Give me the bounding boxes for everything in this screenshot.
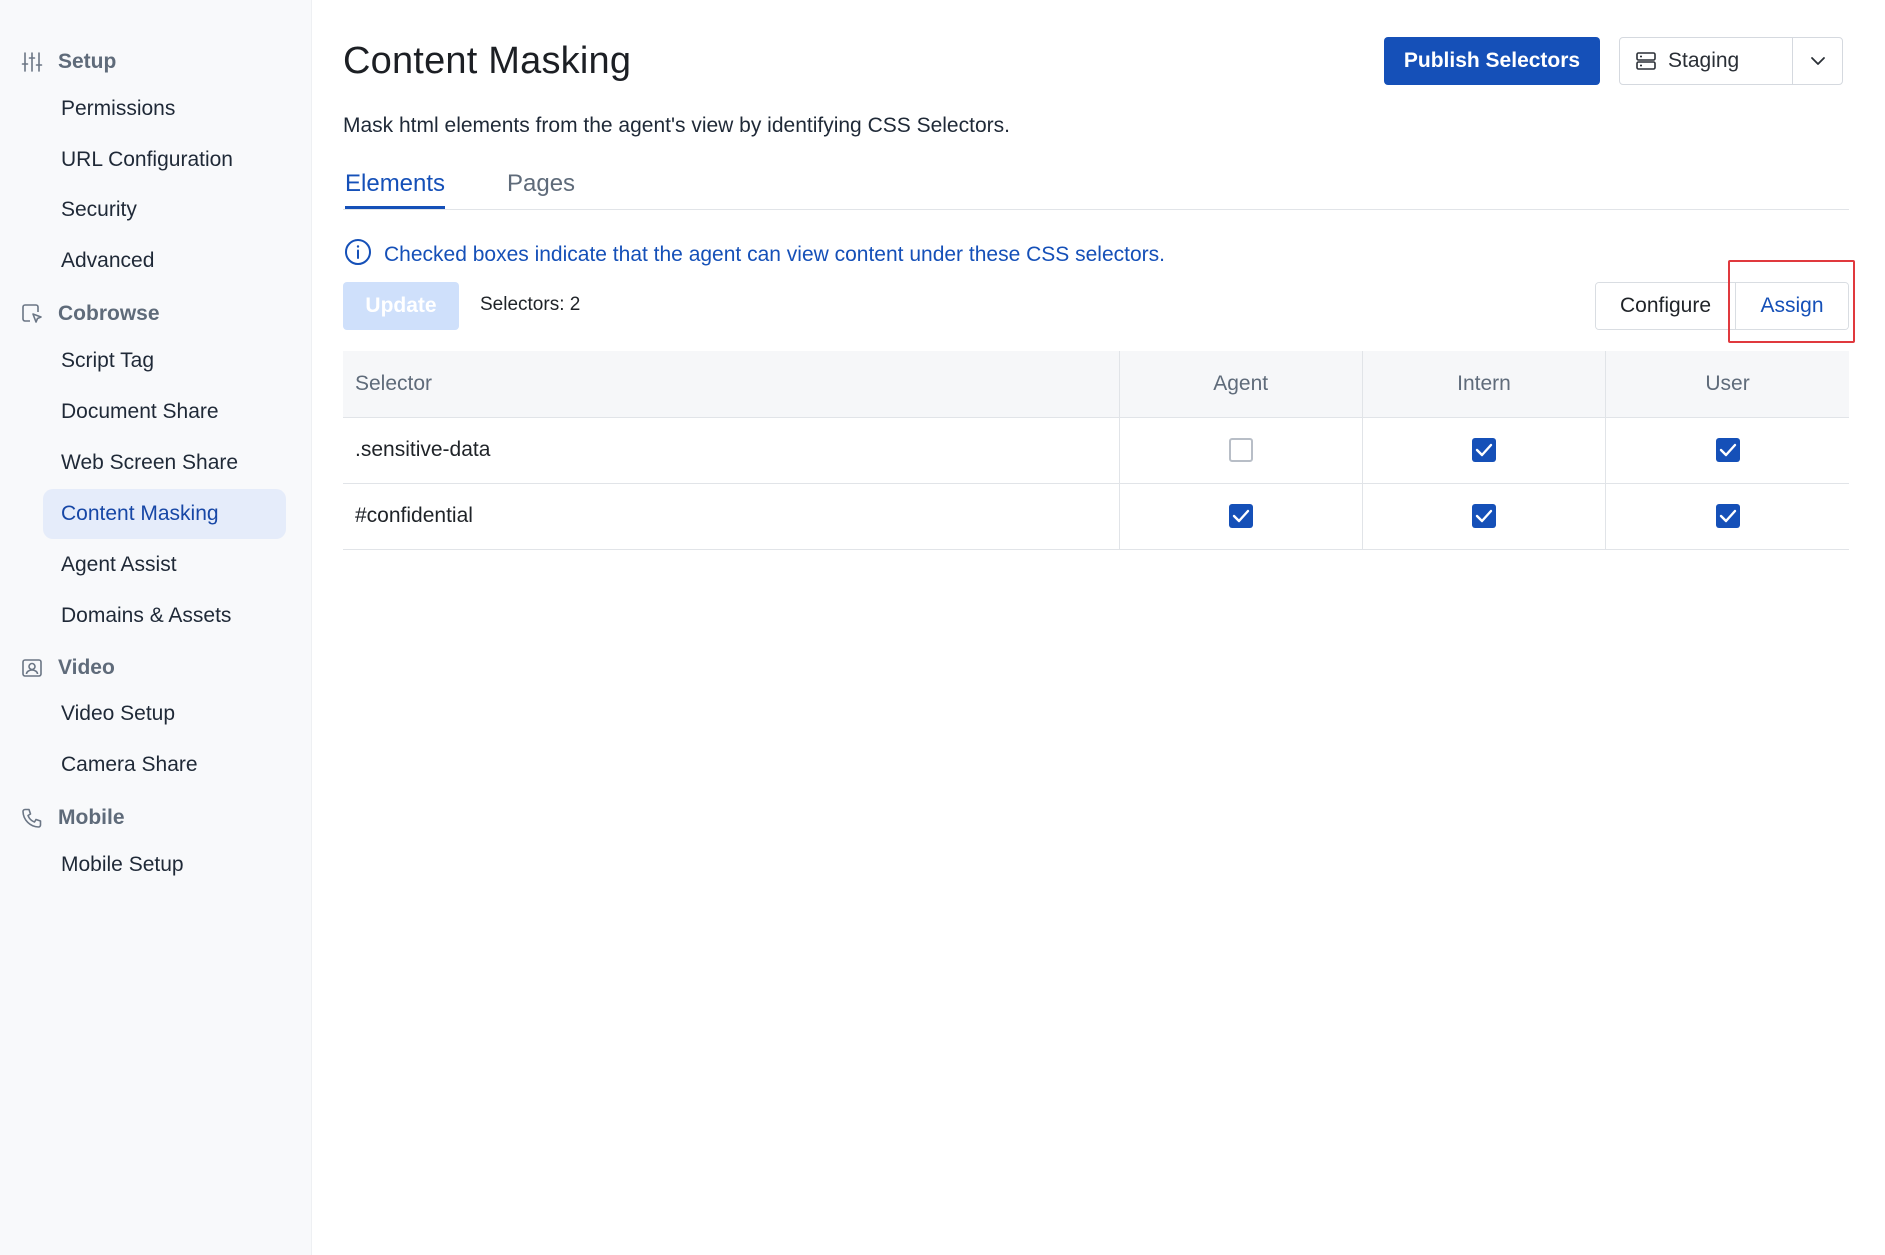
sidebar-item-label: Document Share bbox=[61, 400, 219, 423]
sidebar-section-label: Cobrowse bbox=[58, 302, 160, 325]
configure-button[interactable]: Configure bbox=[1596, 283, 1736, 329]
sidebar: Setup Permissions URL Configuration Secu… bbox=[0, 0, 312, 1255]
sidebar-item-mobile-setup[interactable]: Mobile Setup bbox=[43, 840, 286, 890]
page-description: Mask html elements from the agent's view… bbox=[343, 114, 1010, 137]
sidebar-item-domains-assets[interactable]: Domains & Assets bbox=[43, 591, 286, 641]
sidebar-item-label: Camera Share bbox=[61, 753, 198, 776]
column-header-agent: Agent bbox=[1118, 351, 1363, 418]
sidebar-item-label: Script Tag bbox=[61, 349, 154, 372]
tab-pages[interactable]: Pages bbox=[507, 170, 575, 206]
sidebar-item-label: Agent Assist bbox=[61, 553, 177, 576]
column-header-intern: Intern bbox=[1361, 351, 1606, 418]
sidebar-section-label: Mobile bbox=[58, 806, 125, 829]
agent-checkbox[interactable] bbox=[1228, 438, 1253, 463]
sidebar-item-label: URL Configuration bbox=[61, 148, 233, 171]
sidebar-section-cobrowse[interactable]: Cobrowse bbox=[20, 294, 160, 334]
sidebar-item-camera-share[interactable]: Camera Share bbox=[43, 740, 286, 790]
agent-cell bbox=[1118, 417, 1363, 484]
agent-cell bbox=[1118, 483, 1363, 550]
video-icon bbox=[20, 656, 44, 680]
sidebar-item-label: Security bbox=[61, 198, 137, 221]
sidebar-item-label: Advanced bbox=[61, 249, 155, 272]
chevron-down-icon[interactable] bbox=[1792, 38, 1842, 84]
assign-button[interactable]: Assign bbox=[1736, 283, 1848, 329]
column-header-user: User bbox=[1605, 351, 1849, 418]
phone-icon bbox=[20, 806, 44, 830]
sidebar-item-video-setup[interactable]: Video Setup bbox=[43, 689, 286, 739]
sidebar-section-setup[interactable]: Setup bbox=[20, 42, 116, 82]
environment-value: Staging bbox=[1668, 49, 1740, 72]
sidebar-item-url-configuration[interactable]: URL Configuration bbox=[43, 135, 286, 185]
sidebar-item-label: Mobile Setup bbox=[61, 853, 184, 876]
sidebar-item-script-tag[interactable]: Script Tag bbox=[43, 336, 286, 386]
table-row: #confidential bbox=[343, 483, 1849, 550]
intern-checkbox[interactable] bbox=[1471, 504, 1496, 529]
sidebar-item-label: Video Setup bbox=[61, 702, 176, 725]
tab-elements[interactable]: Elements bbox=[345, 170, 446, 209]
table-row: .sensitive-data bbox=[343, 417, 1849, 484]
info-icon bbox=[344, 238, 372, 271]
intern-cell bbox=[1361, 483, 1606, 550]
sidebar-item-label: Permissions bbox=[61, 97, 176, 120]
view-mode-toggle: Configure Assign bbox=[1595, 282, 1849, 330]
sidebar-section-label: Video bbox=[58, 656, 115, 679]
cobrowse-icon bbox=[20, 302, 44, 326]
selector-cell: .sensitive-data bbox=[343, 417, 1120, 484]
sidebar-section-mobile[interactable]: Mobile bbox=[20, 798, 125, 838]
intern-checkbox[interactable] bbox=[1471, 438, 1496, 463]
agent-checkbox[interactable] bbox=[1228, 504, 1253, 529]
sidebar-item-security[interactable]: Security bbox=[43, 185, 286, 235]
server-icon bbox=[1634, 49, 1658, 73]
sidebar-item-web-screen-share[interactable]: Web Screen Share bbox=[43, 438, 286, 488]
column-header-selector: Selector bbox=[343, 351, 1120, 418]
sidebar-item-content-masking[interactable]: Content Masking bbox=[43, 489, 286, 539]
sidebar-item-advanced[interactable]: Advanced bbox=[43, 236, 286, 286]
tab-bar: Elements Pages bbox=[343, 166, 1849, 210]
user-cell bbox=[1605, 483, 1849, 550]
page-title: Content Masking bbox=[343, 40, 632, 82]
user-checkbox[interactable] bbox=[1715, 504, 1740, 529]
sliders-icon bbox=[20, 50, 44, 74]
sidebar-item-label: Domains & Assets bbox=[61, 604, 232, 627]
sidebar-section-label: Setup bbox=[58, 50, 117, 73]
sidebar-item-label: Content Masking bbox=[61, 502, 219, 525]
update-button[interactable]: Update bbox=[343, 282, 459, 330]
sidebar-item-label: Web Screen Share bbox=[61, 451, 239, 474]
sidebar-item-agent-assist[interactable]: Agent Assist bbox=[43, 540, 286, 590]
publish-selectors-button[interactable]: Publish Selectors bbox=[1384, 37, 1600, 85]
selector-cell: #confidential bbox=[343, 483, 1120, 550]
sidebar-section-video[interactable]: Video bbox=[20, 648, 115, 688]
selectors-table: Selector Agent Intern User .sensitive-da… bbox=[343, 351, 1849, 550]
selectors-count: Selectors: 2 bbox=[480, 294, 581, 315]
intern-cell bbox=[1361, 417, 1606, 484]
environment-select[interactable]: Staging bbox=[1619, 37, 1843, 85]
info-banner: Checked boxes indicate that the agent ca… bbox=[344, 238, 1165, 271]
info-text: Checked boxes indicate that the agent ca… bbox=[384, 242, 1165, 266]
sidebar-item-document-share[interactable]: Document Share bbox=[43, 387, 286, 437]
table-header-row: Selector Agent Intern User bbox=[343, 351, 1849, 418]
user-cell bbox=[1605, 417, 1849, 484]
sidebar-item-permissions[interactable]: Permissions bbox=[43, 84, 286, 134]
user-checkbox[interactable] bbox=[1715, 438, 1740, 463]
